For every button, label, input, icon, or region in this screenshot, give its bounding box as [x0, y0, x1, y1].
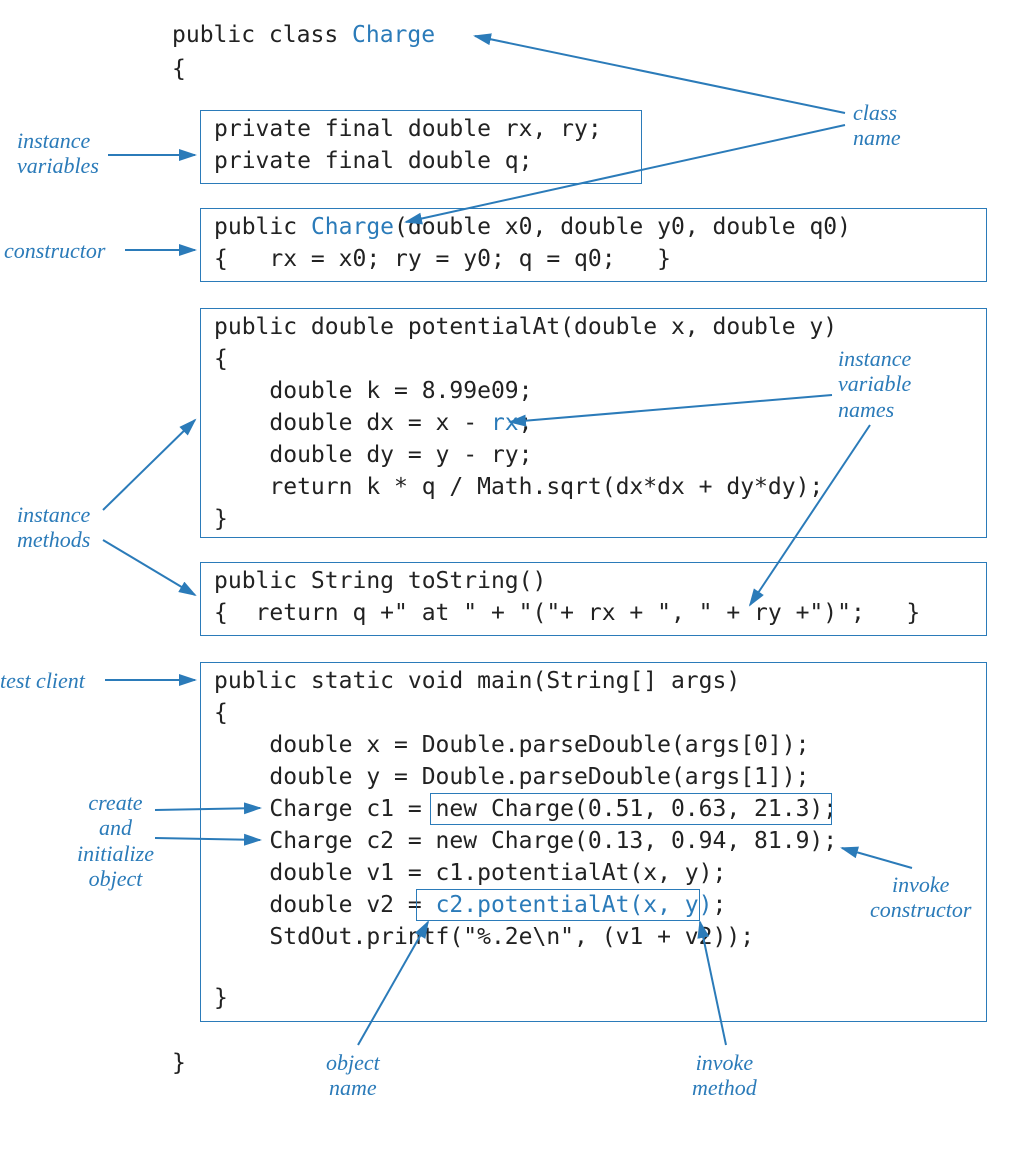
open-brace: {: [172, 56, 186, 82]
main-l7: StdOut.printf("%.2e\n", (v1 + v2));: [214, 924, 754, 950]
main-open: {: [214, 700, 228, 726]
c2-call-box: [416, 889, 700, 921]
class-decl-line: public class Charge: [172, 22, 435, 48]
constructor-sig: public Charge(double x0, double y0, doub…: [214, 214, 851, 240]
label-instance-methods: instancemethods: [17, 502, 90, 553]
main-close: }: [214, 985, 228, 1011]
label-invoke-constructor: invokeconstructor: [870, 872, 971, 923]
potential-close: }: [214, 506, 228, 532]
main-l1: double x = Double.parseDouble(args[0]);: [214, 732, 809, 758]
label-test-client: test client: [0, 668, 85, 693]
potential-sig: public double potentialAt(double x, doub…: [214, 314, 837, 340]
main-l5: double v1 = c1.potentialAt(x, y);: [214, 860, 726, 886]
label-instance-variable-names: instancevariablenames: [838, 346, 911, 422]
potential-l2: double dx = x - rx;: [214, 410, 533, 436]
label-object-name: objectname: [326, 1050, 380, 1101]
label-invoke-method: invokemethod: [692, 1050, 757, 1101]
label-class-name: classname: [853, 100, 901, 151]
constructor-body: { rx = x0; ry = y0; q = q0; }: [214, 246, 671, 272]
potential-open: {: [214, 346, 228, 372]
class-name-token: Charge: [352, 22, 435, 48]
tostring-sig: public String toString(): [214, 568, 546, 594]
ivar-line2: private final double q;: [214, 148, 533, 174]
potential-l3: double dy = y - ry;: [214, 442, 533, 468]
label-create-initialize: createandinitializeobject: [77, 790, 154, 891]
main-l4: Charge c2 = new Charge(0.13, 0.94, 81.9)…: [214, 828, 837, 854]
public-class-text: public class: [172, 22, 352, 48]
label-instance-variables: instancevariables: [17, 128, 99, 179]
new-charge-box: [430, 793, 832, 825]
potential-l1: double k = 8.99e09;: [214, 378, 533, 404]
tostring-body: { return q +" at " + "("+ rx + ", " + ry…: [214, 600, 920, 626]
potential-l4: return k * q / Math.sqrt(dx*dx + dy*dy);: [214, 474, 823, 500]
ivar-line1: private final double rx, ry;: [214, 116, 602, 142]
main-l2: double y = Double.parseDouble(args[1]);: [214, 764, 809, 790]
close-brace: }: [172, 1050, 186, 1076]
label-constructor: constructor: [4, 238, 105, 263]
constructor-name-token: Charge: [311, 214, 394, 240]
rx-token: rx: [491, 410, 519, 436]
main-sig: public static void main(String[] args): [214, 668, 740, 694]
